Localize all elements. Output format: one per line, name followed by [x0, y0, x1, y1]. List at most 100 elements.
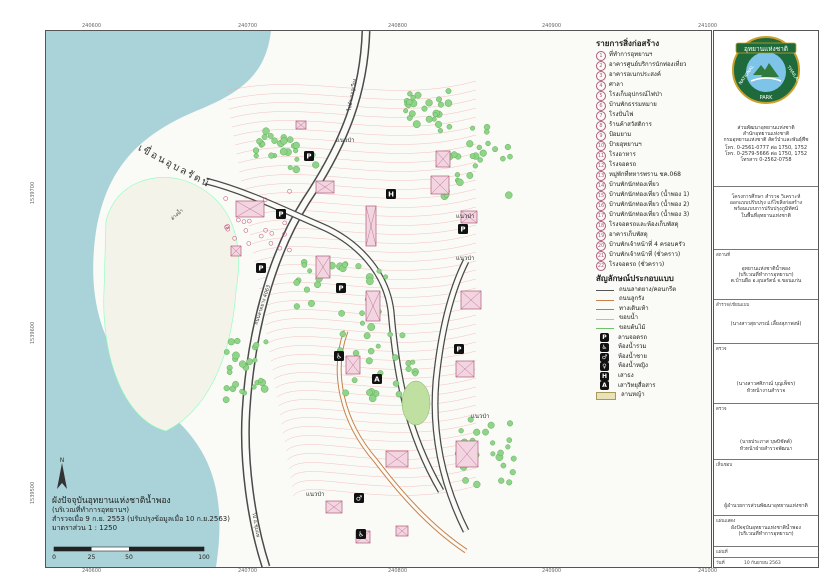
- legend-item-number: 9: [596, 130, 606, 141]
- symbol-line-label: ขอบต้นไม้: [619, 324, 646, 332]
- legend-item-label: ร้านค้าสวัสดิการ: [609, 121, 652, 129]
- grid-tick-left: 1539600: [30, 321, 37, 345]
- phone-lines: โทร. 0-2561-0777 ต่อ 1750, 1752 โทร. 0-25…: [716, 145, 816, 164]
- map-subtitle: (บริเวณที่ทำการอุทยานฯ): [52, 506, 130, 514]
- north-letter: N: [60, 457, 65, 464]
- legend-item-label: อาคารศูนย์บริการนักท่องเที่ยว: [609, 61, 687, 69]
- svg-text:A: A: [374, 376, 380, 384]
- legend-item-number: 10: [596, 140, 606, 151]
- symbol-icon-row: A เสาวิทยุสื่อสาร: [596, 381, 706, 391]
- grid-tick-top: 240900: [542, 23, 562, 29]
- symbol-line-label: ถนนลูกรัง: [619, 295, 645, 303]
- grid-tick-left: 1539500: [30, 481, 37, 505]
- grid-tick-bottom: 240600: [82, 568, 102, 574]
- legend-item: 20 บ้านพักเจ้าหน้าที่ 4 ครอบครัว: [596, 240, 706, 251]
- symbol-line-swatch: [596, 297, 614, 303]
- facility-icon: P: [336, 283, 346, 293]
- symbol-icon-row: ♿ ห้องน้ำรวม: [596, 343, 706, 353]
- legend-item: 5 โรงเก็บอุปกรณ์ไฟป่า: [596, 90, 706, 101]
- legend-item-label: โรงเก็บอุปกรณ์ไฟป่า: [609, 91, 663, 99]
- symbol-icon-row: ♂ ห้องน้ำชาย: [596, 352, 706, 362]
- svg-text:PARK: PARK: [760, 95, 774, 101]
- facility-symbol-icon: ♂: [600, 352, 609, 362]
- legend-item-label: ป้อมยาม: [609, 131, 632, 139]
- check-name: (นางสาวศศิภาณ์ บุญเพ็ชร): [736, 381, 796, 387]
- date-value: 10 กันยายน 2563: [744, 561, 781, 566]
- legend-item-number: 13: [596, 170, 606, 181]
- legend-item: 6 บ้านพักธรรมหมาย: [596, 100, 706, 111]
- legend-item: 7 โรงปั่นไฟ: [596, 110, 706, 121]
- legend-item: 17 บ้านพักนักท่องเที่ยว (น้ำพอง 3): [596, 210, 706, 221]
- legend-item-number: 21: [596, 250, 606, 261]
- facility-icon: P: [454, 344, 464, 354]
- legend-item-number: 8: [596, 120, 606, 131]
- legend-item-label: บ้านพักนักท่องเที่ยว (น้ำพอง 2): [609, 201, 690, 209]
- surveyor-label: สำรวจ/เขียนแบบ: [716, 303, 750, 308]
- facility-symbol-icon: A: [600, 381, 609, 391]
- legend-item-number: 4: [596, 80, 606, 91]
- north-arrow: N: [57, 457, 67, 489]
- scale-tick: 50: [125, 554, 133, 561]
- title-block-line: กรมอุทยานแห่งชาติ สัตว์ป่าและพันธุ์พืช: [723, 137, 809, 144]
- legend-item-label: อาคารอเนกประสงค์: [609, 71, 661, 79]
- legend-item: 11 โรงอาหาร: [596, 150, 706, 161]
- approve-label: เห็นชอบ: [716, 463, 733, 468]
- legend-item-label: หมู่พักที่ทหารพราน ชค.068: [609, 171, 681, 179]
- sheet-label: แผ่นแสดง: [716, 519, 736, 524]
- check2-name: (นายประภาส บุษบิชัตต์): [740, 439, 792, 445]
- check-role: หัวหน้างานสำรวจ: [746, 388, 786, 394]
- symbol-icon-label: เสาวิทยุสื่อสาร: [618, 381, 656, 389]
- symbol-line-swatch: [596, 306, 614, 312]
- facility-icon: P: [458, 224, 468, 234]
- place-lines: อุทยานแห่งชาติน้ำพอง (บริเวณที่ทำการอุทยา…: [716, 266, 816, 285]
- forest-label-4: แนวป่า: [336, 137, 355, 144]
- legend-item-number: 5: [596, 90, 606, 101]
- title-block: อุทยานแห่งชาติ NATIONAL PARK THAILAND ส่…: [713, 30, 819, 568]
- symbol-icon-label: ห้องน้ำชาย: [618, 352, 647, 360]
- grid-tick-top: 240700: [238, 23, 258, 29]
- lawn-symbol: ลานหญ้า: [596, 391, 706, 401]
- symbol-icon-row: ♀ ห้องน้ำหญิง: [596, 362, 706, 372]
- svg-text:H: H: [388, 191, 394, 199]
- map-sheet: 240600 240700 240800 240900 241000 240600 2407…: [0, 0, 828, 585]
- symbol-icon-label: ลานจอดรถ: [618, 333, 648, 341]
- scale-tick: 0: [52, 554, 56, 561]
- legend-item-number: 18: [596, 220, 606, 231]
- symbol-icon-row: P ลานจอดรถ: [596, 333, 706, 343]
- title-block-line: ต.บ้านผือ อ.อุบลรัตน์ จ.ขอนแก่น: [730, 278, 802, 285]
- symbol-line-row: ทางเดินเท้า: [596, 304, 706, 314]
- legend-item-number: 20: [596, 240, 606, 251]
- scale-tick: 100: [198, 554, 210, 561]
- legend-item-label: โรงจอดรถและห้องเก็บพัสดุ: [609, 221, 679, 229]
- scale-bar: 0 25 50 100: [52, 546, 210, 561]
- survey-date: สำรวจเมื่อ 9 ก.ย. 2553 (ปรับปรุงข้อมูลเม…: [52, 515, 230, 523]
- lawn-symbol-label: ลานหญ้า: [621, 391, 645, 399]
- lawn-swatch: [596, 391, 616, 400]
- svg-text:P: P: [460, 226, 465, 234]
- legend-item-label: บ้านพักเจ้าหน้าที่ 4 ครอบครัว: [609, 241, 686, 249]
- legend-item-number: 12: [596, 160, 606, 171]
- facility-symbol-icon: P: [600, 333, 609, 343]
- legend-item: 16 บ้านพักนักท่องเที่ยว (น้ำพอง 2): [596, 200, 706, 211]
- legend-item: 8 ร้านค้าสวัสดิการ: [596, 120, 706, 131]
- symbol-line-label: ถนนลาดยาง/คอนกรีต: [619, 285, 677, 293]
- facility-icon: H: [386, 189, 396, 199]
- grid-tick-left: 1539700: [30, 181, 37, 205]
- legend-item-number: 19: [596, 230, 606, 241]
- scale-tick: 25: [88, 554, 96, 561]
- legend-item-number: 11: [596, 150, 606, 161]
- legend-item-number: 14: [596, 180, 606, 191]
- legend-item-number: 16: [596, 200, 606, 211]
- legend-panel: รายการสิ่งก่อสร้าง 1 ที่ทำการอุทยานฯ 2 อาคา…: [596, 39, 706, 401]
- legend-item: 14 บ้านพักนักท่องเที่ยว: [596, 180, 706, 191]
- grid-tick-top: 240600: [82, 23, 102, 29]
- grid-tick-bottom: 240900: [542, 568, 562, 574]
- svg-text:♂: ♂: [356, 495, 362, 503]
- symbol-line-row: ขอบน้ำ: [596, 314, 706, 324]
- legend-item-number: 3: [596, 70, 606, 81]
- title-block-line: (บริเวณที่ทำการอุทยานฯ): [738, 531, 794, 538]
- grid-tick-bottom: 241000: [698, 568, 718, 574]
- legend-item-number: 17: [596, 210, 606, 221]
- legend-item-label: ที่ทำการอุทยานฯ: [609, 51, 653, 59]
- svg-text:อุทยานแห่งชาติ: อุทยานแห่งชาติ: [744, 45, 788, 53]
